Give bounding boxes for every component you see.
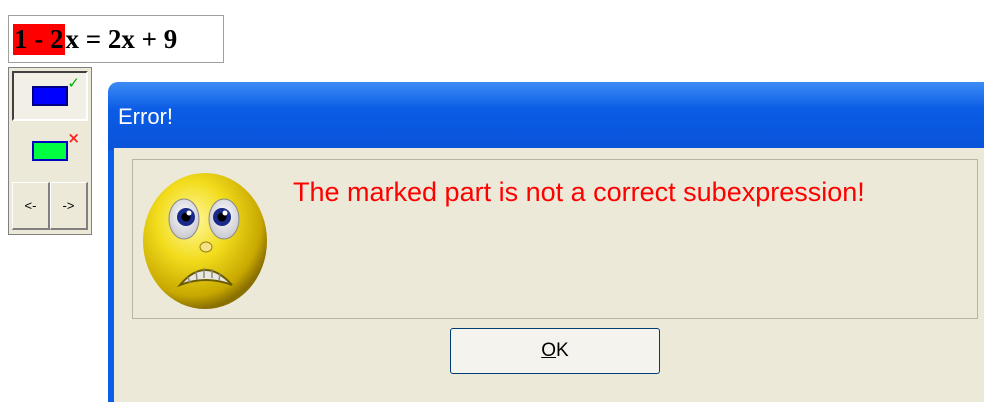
dialog-title-bar[interactable]: Error!: [108, 82, 984, 150]
blue-rectangle-check-icon: ✓: [32, 74, 80, 106]
move-left-button[interactable]: <-: [12, 182, 50, 230]
ok-label-rest: K: [556, 340, 569, 361]
frightened-smiley-icon: [143, 173, 267, 309]
dialog-body: The marked part is not a correct subexpr…: [114, 148, 984, 402]
message-panel: The marked part is not a correct subexpr…: [132, 159, 978, 319]
ok-mnemonic: O: [541, 340, 557, 361]
check-icon: ✓: [67, 74, 80, 92]
equation-box[interactable]: 1 - 2 x = 2x + 9: [8, 15, 224, 63]
tool-palette: ✓ × <- ->: [8, 67, 92, 235]
reject-selection-button[interactable]: ×: [12, 126, 88, 176]
marked-subexpression[interactable]: 1 - 2: [13, 23, 65, 55]
cross-icon: ×: [67, 129, 80, 147]
move-right-button[interactable]: ->: [50, 182, 88, 230]
arrow-button-row: <- ->: [12, 182, 88, 230]
green-rectangle-cross-icon: ×: [32, 129, 80, 161]
error-dialog: Error! The marked part is not a correct …: [108, 82, 984, 402]
equation-remainder[interactable]: x = 2x + 9: [65, 24, 178, 55]
error-message: The marked part is not a correct subexpr…: [293, 177, 865, 207]
dialog-title: Error!: [118, 104, 173, 129]
confirm-selection-button[interactable]: ✓: [12, 71, 88, 121]
ok-button[interactable]: OK: [450, 328, 660, 374]
